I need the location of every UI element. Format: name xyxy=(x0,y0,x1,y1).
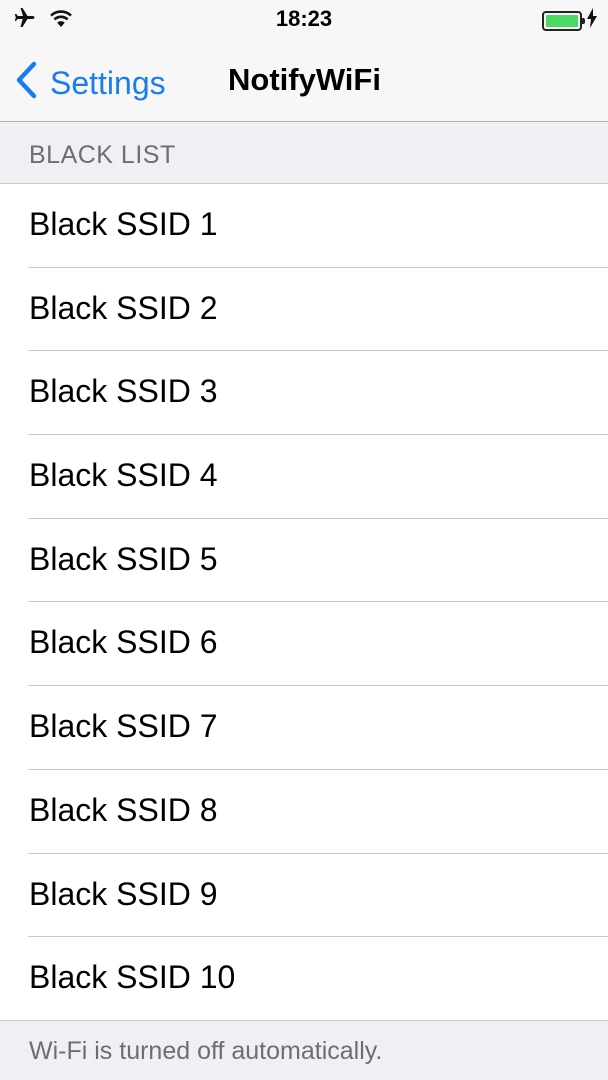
list-item[interactable]: Black SSID 10 xyxy=(0,937,608,1021)
section-footer-text: Wi-Fi is turned off automatically. xyxy=(29,1037,383,1065)
page-title: NotifyWiFi xyxy=(228,62,381,97)
list-item[interactable]: Black SSID 6 xyxy=(0,602,608,687)
list-item-label: Black SSID 1 xyxy=(29,206,218,242)
section-header-label: BLACK LIST xyxy=(29,141,176,169)
list-item-label: Black SSID 9 xyxy=(29,875,218,912)
list-item[interactable]: Black SSID 2 xyxy=(0,268,608,352)
battery-level xyxy=(546,14,578,27)
list-item-label: Black SSID 5 xyxy=(29,540,218,577)
list-item[interactable]: Black SSID 3 xyxy=(0,351,608,436)
battery-icon xyxy=(542,10,585,31)
list-item-label: Black SSID 10 xyxy=(29,959,236,996)
list-item-label: Black SSID 4 xyxy=(29,457,218,494)
status-bar: 18:23 xyxy=(0,0,608,40)
list-item[interactable]: Black SSID 4 xyxy=(0,435,608,519)
black-ssid-list: Black SSID 1 Black SSID 2 Black SSID 3 B… xyxy=(0,184,608,1021)
section-footer: Wi-Fi is turned off automatically. xyxy=(0,1021,608,1080)
settings-screen: 18:23 Settings NotifyWiFi BLACK LIST Bla… xyxy=(0,0,608,1080)
list-item-label: Black SSID 2 xyxy=(29,289,218,326)
list-item[interactable]: Black SSID 8 xyxy=(0,770,608,854)
status-right xyxy=(542,8,598,33)
section-header: BLACK LIST xyxy=(0,122,608,184)
charging-bolt-icon xyxy=(586,8,598,33)
back-button[interactable]: Settings xyxy=(14,60,166,105)
list-item-label: Black SSID 8 xyxy=(29,791,218,828)
chevron-left-icon xyxy=(14,60,38,105)
list-item-label: Black SSID 3 xyxy=(29,373,218,410)
list-item-label: Black SSID 7 xyxy=(29,708,218,745)
list-item[interactable]: Black SSID 9 xyxy=(0,854,608,938)
back-button-label: Settings xyxy=(50,64,166,101)
list-item-label: Black SSID 6 xyxy=(29,624,218,661)
list-item[interactable]: Black SSID 5 xyxy=(0,519,608,603)
navigation-bar: Settings NotifyWiFi xyxy=(0,40,608,122)
list-item[interactable]: Black SSID 1 xyxy=(0,184,608,268)
list-item[interactable]: Black SSID 7 xyxy=(0,686,608,770)
status-time: 18:23 xyxy=(275,6,333,31)
